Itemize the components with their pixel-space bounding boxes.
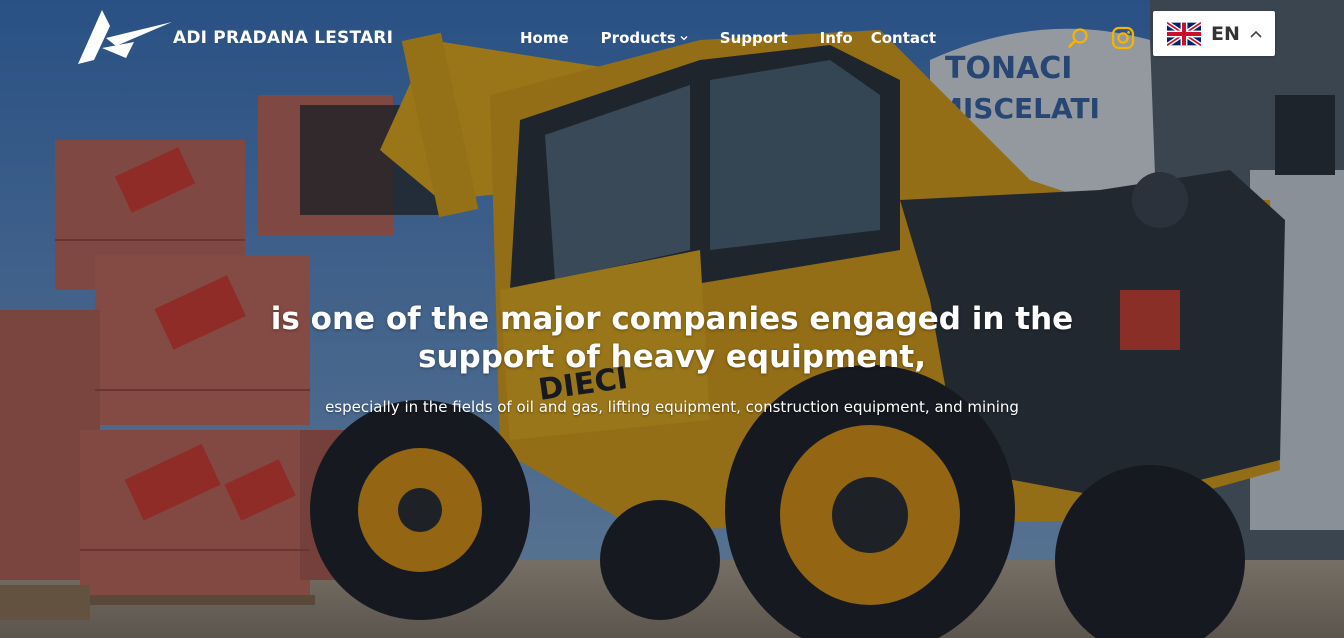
nav-products-label: Products	[600, 29, 676, 47]
nav-home[interactable]: Home	[520, 29, 569, 47]
nav-support-label: Support	[719, 29, 788, 47]
language-code: EN	[1211, 22, 1240, 45]
search-icon[interactable]	[1066, 26, 1090, 50]
chevron-down-icon	[680, 36, 688, 41]
brand[interactable]: ADI PRADANA LESTARI	[76, 8, 393, 66]
nav-home-label: Home	[520, 29, 569, 47]
hero-subline: especially in the fields of oil and gas,…	[325, 398, 1019, 416]
company-logo-icon[interactable]	[76, 8, 172, 66]
hero-headline: is one of the major companies engaged in…	[270, 301, 1074, 375]
hero-section: TONACI MISCELATI DIECI ADI PRADANA LESTA…	[0, 0, 1344, 638]
main-nav: Home Products Support Info Contact	[520, 29, 936, 47]
nav-info[interactable]: Info	[820, 29, 853, 47]
nav-products[interactable]: Products	[601, 29, 688, 47]
site-header: ADI PRADANA LESTARI Home Products Suppor…	[0, 0, 1344, 80]
chevron-up-icon	[1250, 30, 1262, 38]
language-selector[interactable]: EN	[1153, 11, 1275, 56]
nav-info-label: Info	[819, 29, 853, 47]
uk-flag-icon	[1167, 20, 1201, 47]
nav-contact-label: Contact	[870, 29, 937, 47]
nav-contact[interactable]: Contact	[871, 29, 936, 47]
nav-support[interactable]: Support	[720, 29, 788, 47]
company-name[interactable]: ADI PRADANA LESTARI	[173, 28, 393, 48]
instagram-icon[interactable]	[1111, 26, 1135, 50]
